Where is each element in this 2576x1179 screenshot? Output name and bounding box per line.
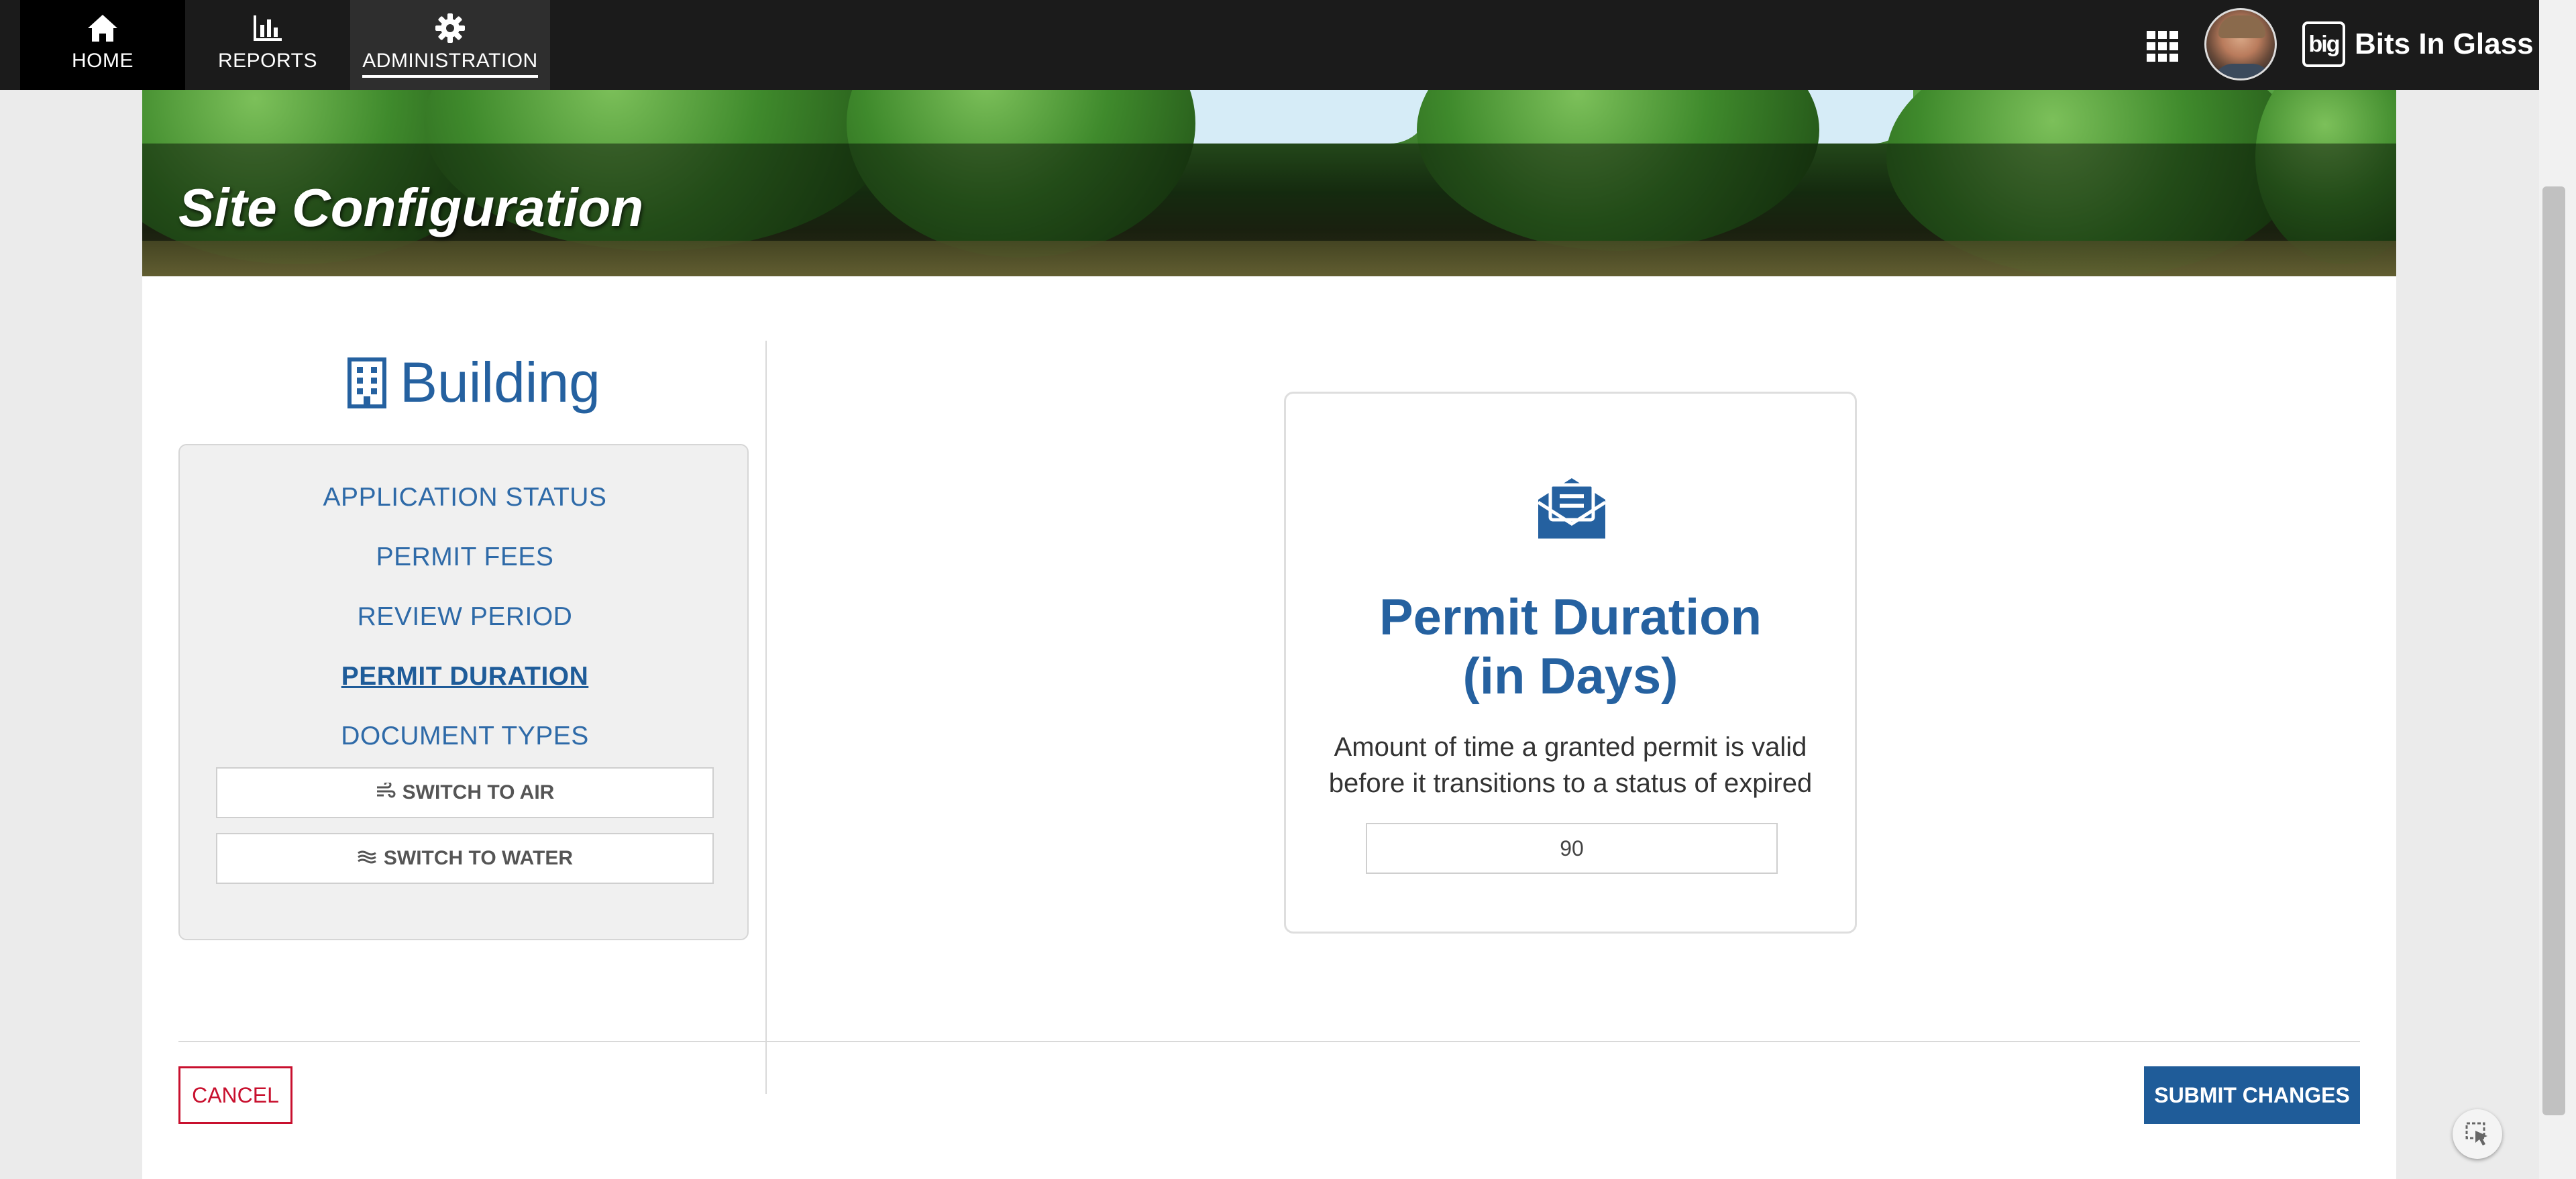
- cancel-button[interactable]: CANCEL: [178, 1066, 292, 1124]
- switch-to-air-label: SWITCH TO AIR: [402, 781, 555, 803]
- brand-name: Bits In Glass: [2355, 27, 2534, 60]
- card-title-line1: Permit Duration: [1379, 589, 1762, 646]
- user-avatar[interactable]: [2204, 8, 2277, 80]
- card-description-line2: before it transitions to a status of exp…: [1328, 769, 1813, 798]
- cursor-select-icon[interactable]: [2453, 1109, 2502, 1159]
- nav-administration[interactable]: ADMINISTRATION: [350, 0, 550, 90]
- top-navbar: HOME REPORTS ADMINISTRATION big Bits In …: [0, 0, 2539, 90]
- apps-grid-icon[interactable]: [2147, 31, 2179, 62]
- sidebar-item-permit-fees[interactable]: PERMIT FEES: [180, 543, 750, 572]
- building-icon: [347, 357, 386, 408]
- switch-to-water-label: SWITCH TO WATER: [383, 847, 574, 869]
- sidebar-menu: APPLICATION STATUS PERMIT FEES REVIEW PE…: [178, 444, 749, 940]
- nav-reports[interactable]: REPORTS: [185, 0, 350, 90]
- nav-administration-label: ADMINISTRATION: [362, 50, 538, 78]
- sidebar-item-permit-duration[interactable]: PERMIT DURATION: [180, 662, 750, 691]
- page-scrollbar-thumb[interactable]: [2542, 186, 2565, 1115]
- home-icon: [85, 12, 120, 44]
- permit-duration-card: Permit Duration (in Days) Amount of time…: [1284, 392, 1857, 934]
- envelope-open-text-icon: [1534, 473, 1609, 543]
- submit-changes-button[interactable]: SUBMIT CHANGES: [2144, 1066, 2360, 1124]
- gear-icon: [433, 12, 468, 44]
- permit-duration-input[interactable]: [1366, 823, 1778, 874]
- switch-to-air-button[interactable]: SWITCH TO AIR: [216, 767, 714, 818]
- sidebar-heading-text: Building: [400, 351, 600, 414]
- nav-home[interactable]: HOME: [20, 0, 185, 90]
- main-panel: Site Configuration Building APPLICATION …: [142, 90, 2396, 1179]
- sidebar-item-document-types[interactable]: DOCUMENT TYPES: [180, 722, 750, 751]
- switch-to-water-button[interactable]: SWITCH TO WATER: [216, 833, 714, 884]
- sidebar-item-application-status[interactable]: APPLICATION STATUS: [180, 483, 750, 512]
- brand-logo: big: [2302, 21, 2345, 67]
- nav-reports-label: REPORTS: [218, 50, 317, 72]
- wind-icon: [376, 781, 396, 804]
- nav-home-label: HOME: [72, 50, 133, 72]
- bar-chart-icon: [250, 12, 285, 44]
- card-description: Amount of time a granted permit is valid…: [1313, 729, 1828, 801]
- brand[interactable]: big Bits In Glass: [2302, 20, 2534, 68]
- column-divider: [765, 341, 767, 1094]
- footer-divider: [178, 1041, 2360, 1042]
- page-banner: Site Configuration: [142, 90, 2396, 276]
- card-description-line1: Amount of time a granted permit is valid: [1334, 732, 1807, 762]
- card-title-line2: (in Days): [1462, 648, 1678, 705]
- water-icon: [357, 847, 377, 870]
- sidebar-item-review-period[interactable]: REVIEW PERIOD: [180, 602, 750, 632]
- page-title: Site Configuration: [178, 178, 644, 237]
- card-title: Permit Duration (in Days): [1286, 588, 1855, 706]
- sidebar-heading: Building: [347, 350, 600, 415]
